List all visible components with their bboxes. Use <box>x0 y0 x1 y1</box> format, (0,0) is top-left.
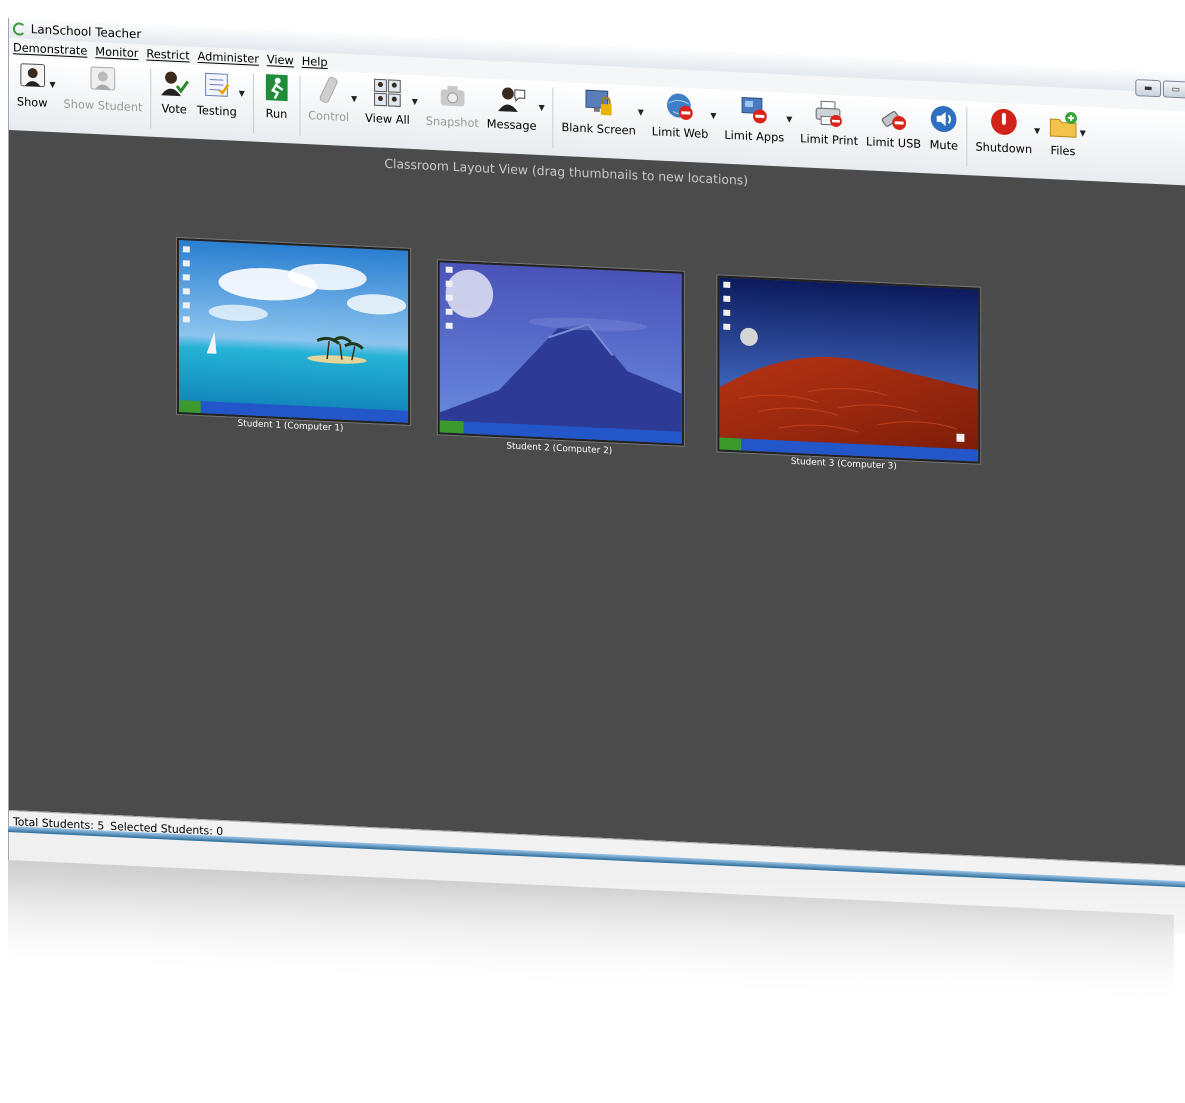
limit-web-label: Limit Web <box>651 124 709 141</box>
blank-screen-label: Blank Screen <box>561 120 636 138</box>
limit-print-button[interactable]: Limit Print <box>796 97 862 148</box>
menu-help[interactable]: Help <box>302 54 328 69</box>
message-button[interactable]: Message <box>483 82 541 133</box>
run-button[interactable]: Run <box>258 72 296 122</box>
student-thumbnail-1[interactable] <box>176 237 411 425</box>
view-all-button[interactable]: View All <box>361 77 414 127</box>
message-icon <box>497 83 527 114</box>
show-student-button[interactable]: Show Student <box>60 62 147 114</box>
testing-button[interactable]: Testing <box>193 69 241 119</box>
shutdown-power-icon <box>989 106 1019 137</box>
student-thumbnail-2[interactable] <box>437 260 684 446</box>
control-label: Control <box>308 108 350 125</box>
blank-screen-button[interactable]: Blank Screen <box>557 86 639 138</box>
remote-control-icon <box>314 74 344 105</box>
menu-view[interactable]: View <box>267 52 294 67</box>
view-all-grid-icon <box>373 77 403 108</box>
menu-monitor[interactable]: Monitor <box>95 44 138 60</box>
student-thumbnail-3[interactable] <box>717 275 981 464</box>
limit-usb-label: Limit USB <box>866 134 922 151</box>
limit-apps-icon <box>739 94 769 125</box>
view-all-label: View All <box>365 110 410 127</box>
testing-icon <box>202 69 232 100</box>
mute-button[interactable]: Mute <box>925 103 963 153</box>
toolbar-separator <box>966 107 968 168</box>
message-label: Message <box>486 116 537 133</box>
lanschool-window: LanSchool Teacher Demonstrate Monitor Re… <box>8 18 1185 936</box>
menu-restrict[interactable]: Restrict <box>146 47 189 63</box>
control-button[interactable]: Control <box>304 74 353 124</box>
window-title: LanSchool Teacher <box>30 22 142 42</box>
shutdown-label: Shutdown <box>975 139 1033 157</box>
limit-print-label: Limit Print <box>800 131 859 149</box>
show-label: Show <box>16 94 48 110</box>
limit-web-button[interactable]: Limit Web <box>648 90 712 141</box>
toolbar-separator <box>252 73 254 134</box>
lanschool-logo-icon <box>12 21 26 36</box>
shutdown-button[interactable]: Shutdown <box>972 105 1037 156</box>
limit-apps-label: Limit Apps <box>724 127 785 145</box>
files-label: Files <box>1050 143 1076 159</box>
vote-label: Vote <box>161 101 187 117</box>
classroom-layout-canvas[interactable]: Classroom Layout View (drag thumbnails t… <box>8 130 1185 868</box>
usb-drive-icon <box>879 101 909 132</box>
printer-icon <box>814 98 844 129</box>
files-button[interactable]: Files <box>1044 109 1082 159</box>
toolbar-separator <box>150 68 152 129</box>
student-3-desktop-icon <box>719 277 979 462</box>
show-student-label: Show Student <box>63 96 143 115</box>
blank-screen-lock-icon <box>584 87 614 118</box>
reflection-fade <box>0 880 1185 1103</box>
speaker-mute-icon <box>929 103 959 134</box>
student-1-desktop-icon <box>178 240 409 423</box>
limit-web-globe-icon <box>665 91 695 122</box>
mute-label: Mute <box>929 137 959 153</box>
snapshot-label: Snapshot <box>425 113 479 131</box>
vote-icon <box>159 67 189 98</box>
show-button[interactable]: Show <box>13 60 52 110</box>
teacher-presenting-icon <box>17 60 47 91</box>
run-label: Run <box>265 106 288 122</box>
minimize-button[interactable]: ▬ <box>1135 79 1161 98</box>
run-exit-icon <box>262 72 292 103</box>
maximize-button[interactable]: ▭ <box>1162 80 1185 99</box>
snapshot-button[interactable]: Snapshot <box>422 79 483 130</box>
folder-add-icon <box>1048 109 1078 140</box>
toolbar-separator <box>299 75 301 136</box>
testing-label: Testing <box>196 102 237 119</box>
vote-button[interactable]: Vote <box>155 67 193 117</box>
camera-icon <box>438 80 468 111</box>
limit-apps-button[interactable]: Limit Apps <box>720 94 788 145</box>
limit-usb-button[interactable]: Limit USB <box>862 100 925 151</box>
toolbar-separator <box>552 87 554 148</box>
student-screen-icon <box>88 64 118 95</box>
student-2-desktop-icon <box>439 262 682 444</box>
menu-demonstrate[interactable]: Demonstrate <box>13 40 87 58</box>
menu-administer[interactable]: Administer <box>198 49 259 66</box>
